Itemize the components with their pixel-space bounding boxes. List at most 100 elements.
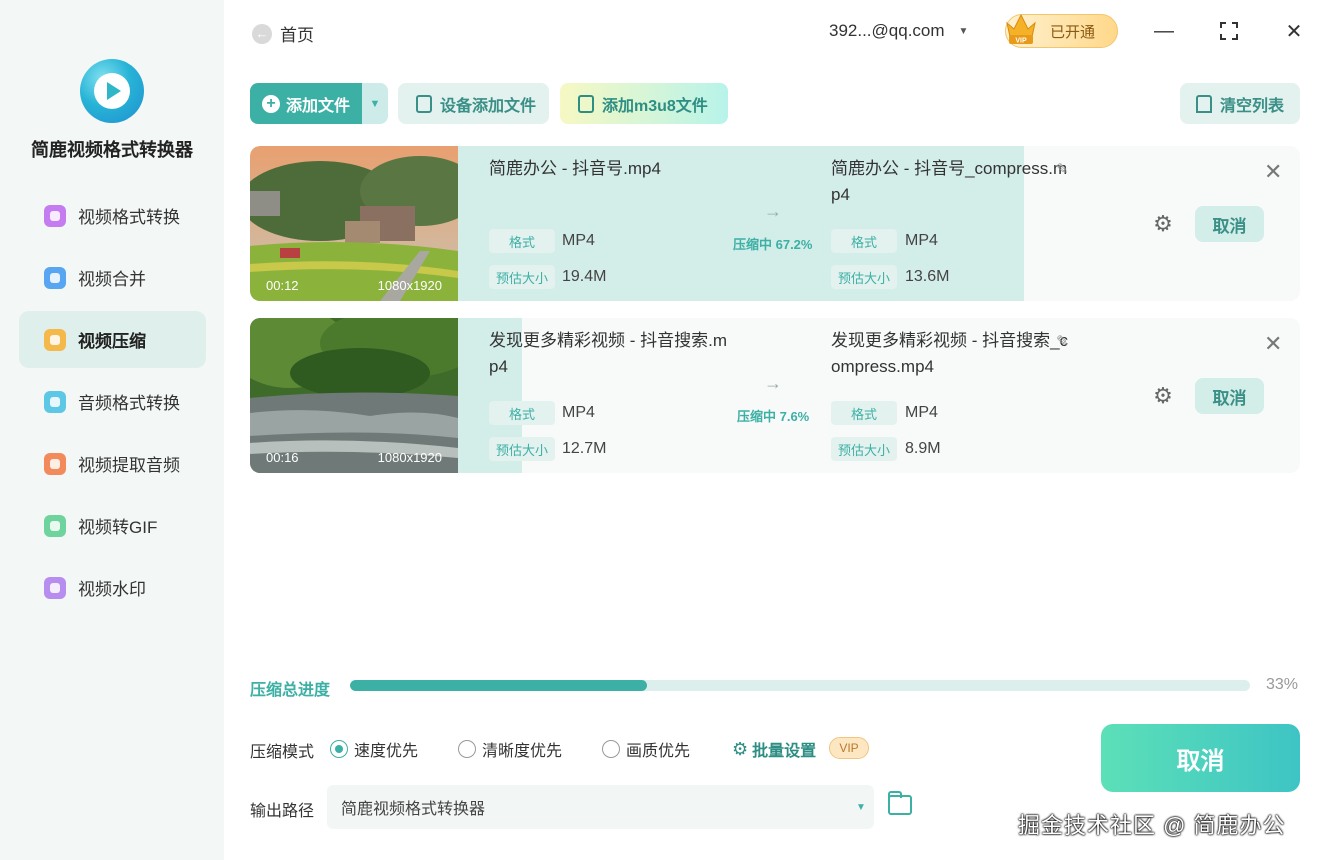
open-folder-icon[interactable] — [888, 791, 912, 815]
sidebar-item-video-gif[interactable]: 视频转GIF — [19, 497, 206, 554]
vip-status-badge[interactable]: VIP 已开通 — [1005, 13, 1118, 48]
watermark-icon — [44, 576, 66, 599]
gif-icon — [44, 514, 66, 537]
maximize-button[interactable] — [1216, 18, 1242, 44]
m3u8-file-icon — [578, 94, 594, 113]
file-card: 00:16 1080x1920 发现更多精彩视频 - 抖音搜索.mp4 格式 M… — [250, 318, 1300, 473]
back-arrow-icon: ← — [252, 23, 272, 44]
size-tag: 预估大小 — [489, 265, 555, 289]
radio-icon — [458, 740, 476, 758]
sidebar-item-label: 音频格式转换 — [78, 394, 180, 413]
batch-settings-button[interactable]: ⚙ 批量设置 — [732, 737, 816, 761]
add-m3u8-label: 添加m3u8文件 — [602, 97, 708, 115]
sidebar-item-label: 视频压缩 — [78, 332, 146, 351]
batch-settings-label: 批量设置 — [752, 743, 817, 760]
output-file-name: 发现更多精彩视频 - 抖音搜索_compress.mp4 — [831, 331, 1069, 376]
edit-name-icon[interactable]: ✎ — [1056, 332, 1069, 350]
add-file-button[interactable]: + 添加文件 — [250, 83, 362, 124]
total-progress-percent: 33% — [1266, 676, 1299, 693]
settings-gear-icon[interactable]: ⚙ — [1151, 212, 1175, 236]
total-progress-bar — [350, 680, 1250, 691]
sidebar-item-label: 视频格式转换 — [78, 208, 180, 227]
sidebar-item-watermark[interactable]: 视频水印 — [19, 559, 206, 616]
app-name: 简鹿视频格式转换器 — [31, 140, 193, 160]
sidebar-item-label: 视频合并 — [78, 270, 146, 289]
size-tag: 预估大小 — [831, 265, 897, 289]
mode-clarity-radio[interactable]: 清晰度优先 — [458, 737, 562, 761]
svg-text:VIP: VIP — [1015, 38, 1027, 45]
account-dropdown[interactable]: 392...@qq.com ▼ — [829, 21, 968, 41]
mode-speed-radio[interactable]: 速度优先 — [330, 737, 418, 761]
arrow-right-icon: → — [764, 373, 782, 393]
add-file-label: 添加文件 — [286, 97, 351, 115]
size-tag: 预估大小 — [831, 437, 897, 461]
video-compress-icon — [44, 328, 66, 351]
vip-tag: VIP — [829, 737, 869, 759]
source-format: MP4 — [562, 404, 595, 421]
sidebar-item-video-merge[interactable]: 视频合并 — [19, 249, 206, 306]
broom-icon — [1196, 94, 1212, 113]
source-format: MP4 — [562, 232, 595, 249]
video-thumbnail: 00:12 1080x1920 — [250, 146, 458, 301]
source-file-name: 简鹿办公 - 抖音号.mp4 — [489, 159, 661, 178]
output-format: MP4 — [905, 232, 938, 249]
video-thumbnail: 00:16 1080x1920 — [250, 318, 458, 473]
mode-option-label: 画质优先 — [626, 743, 691, 760]
mode-option-label: 速度优先 — [354, 743, 419, 760]
add-file-dropdown[interactable]: ▼ — [362, 83, 388, 124]
radio-icon — [602, 740, 620, 758]
cancel-all-button[interactable]: 取消 — [1101, 724, 1300, 792]
minimize-button[interactable]: — — [1151, 18, 1177, 44]
back-home-button[interactable]: ← 首页 — [252, 21, 314, 46]
sidebar-item-video-compress[interactable]: 视频压缩 — [19, 311, 206, 368]
cancel-file-button[interactable]: 取消 — [1195, 378, 1264, 414]
compress-mode-label: 压缩模式 — [250, 744, 315, 761]
output-size: 13.6M — [905, 268, 950, 285]
remove-file-icon[interactable]: ✕ — [1264, 159, 1282, 185]
mode-quality-radio[interactable]: 画质优先 — [602, 737, 690, 761]
video-merge-icon — [44, 266, 66, 289]
radio-selected-icon — [330, 740, 348, 758]
maximize-icon — [1220, 22, 1238, 40]
total-progress-label: 压缩总进度 — [250, 682, 331, 699]
cancel-file-button[interactable]: 取消 — [1195, 206, 1264, 242]
sidebar-item-video-format[interactable]: 视频格式转换 — [19, 187, 206, 244]
device-add-button[interactable]: 设备添加文件 — [398, 83, 549, 124]
clear-list-label: 清空列表 — [1220, 97, 1285, 115]
format-tag: 格式 — [831, 401, 897, 425]
app-logo — [80, 59, 144, 123]
sidebar: 简鹿视频格式转换器 视频格式转换 视频合并 视频压缩 音频格式转换 视频提取音频… — [0, 0, 224, 860]
size-tag: 预估大小 — [489, 437, 555, 461]
sidebar-item-label: 视频提取音频 — [78, 456, 180, 475]
edit-name-icon[interactable]: ✎ — [1056, 160, 1069, 178]
format-tag: 格式 — [489, 401, 555, 425]
video-format-icon — [44, 204, 66, 227]
add-m3u8-button[interactable]: 添加m3u8文件 — [560, 83, 728, 124]
sidebar-item-audio-format[interactable]: 音频格式转换 — [19, 373, 206, 430]
output-path-dropdown[interactable]: ▼ — [848, 785, 874, 829]
remove-file-icon[interactable]: ✕ — [1264, 331, 1282, 357]
compress-status: 压缩中 7.6% — [737, 409, 810, 424]
output-size: 8.9M — [905, 440, 941, 457]
vip-status-label: 已开通 — [1050, 23, 1096, 41]
output-format: MP4 — [905, 404, 938, 421]
back-label: 首页 — [280, 26, 314, 45]
extract-audio-icon — [44, 452, 66, 475]
source-size: 19.4M — [562, 268, 607, 285]
file-card: 00:12 1080x1920 简鹿办公 - 抖音号.mp4 格式 MP4 预估… — [250, 146, 1300, 301]
device-add-label: 设备添加文件 — [440, 97, 537, 115]
watermark-text: 掘金技术社区 @ 简鹿办公 — [1018, 813, 1286, 838]
close-window-button[interactable]: ✕ — [1281, 18, 1307, 44]
settings-gear-icon[interactable]: ⚙ — [1151, 384, 1175, 408]
vip-crown-icon: VIP — [1006, 13, 1036, 45]
plus-icon: + — [262, 94, 280, 113]
format-tag: 格式 — [831, 229, 897, 253]
sidebar-item-extract-audio[interactable]: 视频提取音频 — [19, 435, 206, 492]
account-email: 392...@qq.com — [829, 21, 945, 40]
output-file-name: 简鹿办公 - 抖音号_compress.mp4 — [831, 159, 1068, 204]
clear-list-button[interactable]: 清空列表 — [1180, 83, 1300, 124]
svg-text:00:16: 00:16 — [266, 450, 299, 465]
output-path-select[interactable]: 简鹿视频格式转换器 — [327, 785, 874, 829]
mode-option-label: 清晰度优先 — [482, 743, 563, 760]
compress-status: 压缩中 67.2% — [733, 237, 813, 252]
